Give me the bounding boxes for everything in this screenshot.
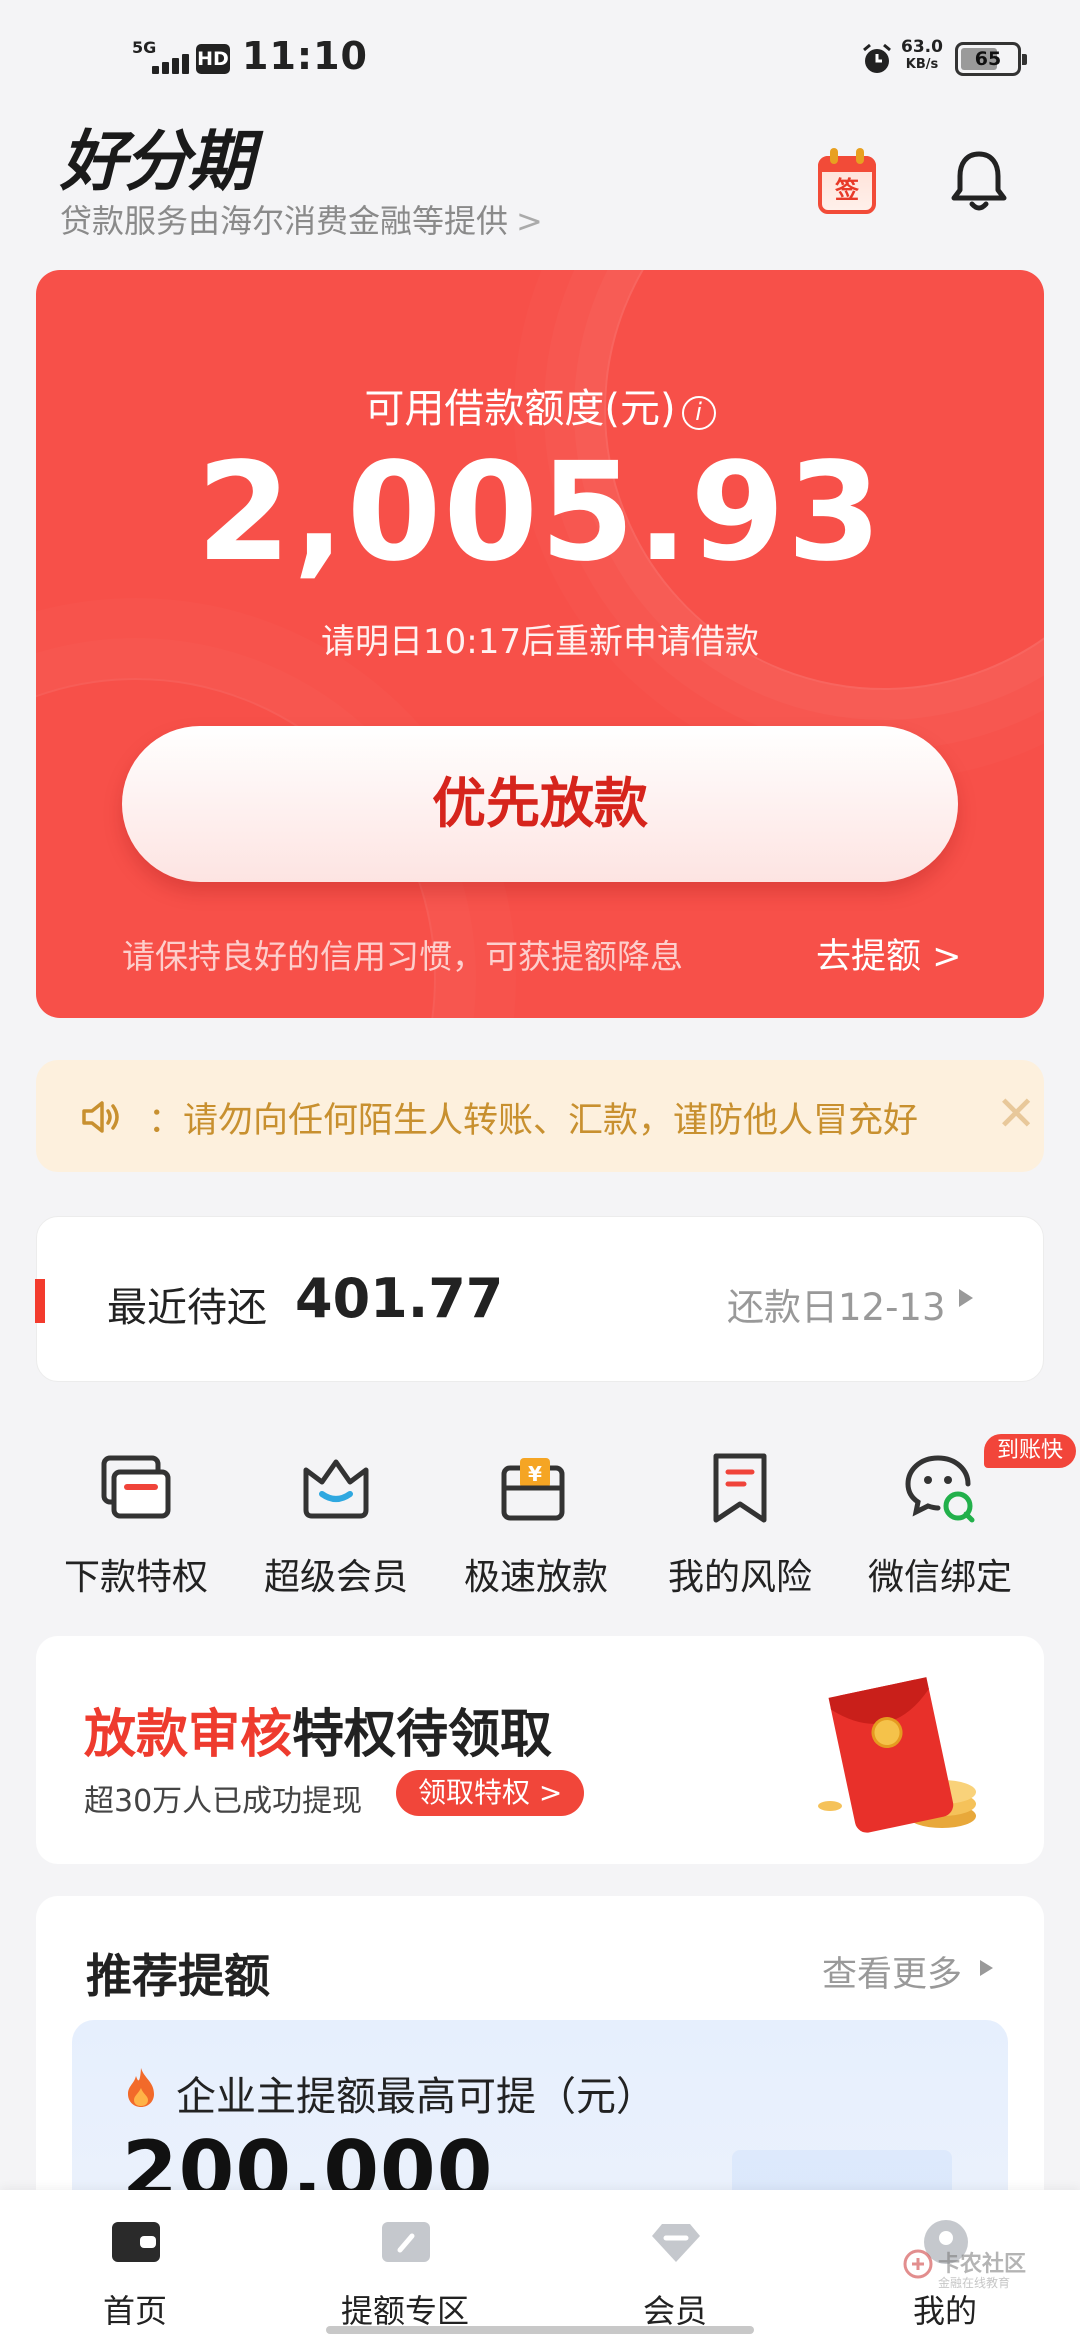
red-envelope-icon <box>818 1677 976 1833</box>
signal-icon: 5G <box>132 38 190 78</box>
promo-subtitle: 超30万人已成功提现 <box>84 1784 363 1819</box>
quick-label: 下款特权 <box>63 1557 208 1598</box>
nav-label: 首页 <box>102 2292 167 2330</box>
notice-text: ：请勿向任何陌生人转账、汇款，谨防他人冒充好 <box>148 1101 919 1141</box>
fire-icon <box>128 2068 154 2107</box>
arrow-right-icon <box>980 1960 993 1976</box>
battery-level: 65 <box>974 48 1002 70</box>
claim-privilege-button[interactable]: 领取特权 > <box>396 1770 585 1816</box>
bookmark-icon <box>713 1453 767 1523</box>
svg-text:¥: ¥ <box>528 1462 542 1486</box>
card-stack-icon <box>101 1455 171 1519</box>
watermark-logo-icon <box>903 2249 933 2279</box>
quick-label: 我的风险 <box>667 1557 812 1598</box>
provider-text: 贷款服务由海尔消费金融等提供 <box>60 202 509 240</box>
wechat-icon <box>905 1455 975 1523</box>
clock-time: 11:10 <box>242 34 368 78</box>
app-logo: 好分期 <box>60 122 254 200</box>
network-type: 5G <box>132 38 157 57</box>
battery-icon: 65 <box>955 42 1027 76</box>
status-bar: 5G HD 11:10 63.0 KB/s 65 <box>0 0 1080 110</box>
provider-link[interactable]: 贷款服务由海尔消费金融等提供 > <box>60 196 543 242</box>
watermark: 卡农社区 金融在线教育 <box>902 2244 1032 2304</box>
reapply-note: 请明日10:17后重新申请借款 <box>321 622 759 662</box>
info-icon[interactable]: i <box>681 396 716 430</box>
quick-my-risk[interactable]: 我的风险 <box>640 1420 840 1610</box>
upcoming-repayment[interactable]: 最近待还 401.77 还款日12-13 <box>35 1216 1044 1382</box>
promo-title: 放款审核特权待领取 <box>84 1692 552 1767</box>
credit-amount: 2,005.93 <box>196 434 884 592</box>
credit-tip: 请保持良好的信用习惯，可获提额降息 <box>122 937 683 976</box>
quick-label: 超级会员 <box>263 1557 408 1598</box>
repay-date: 还款日12-13 <box>727 1286 946 1329</box>
promo-title-highlight: 放款审核 <box>84 1705 293 1765</box>
speed-unit: KB/s <box>905 57 939 72</box>
quick-super-member[interactable]: 超级会员 <box>236 1420 436 1610</box>
watermark-sub: 金融在线教育 <box>938 2276 1011 2290</box>
bell-icon[interactable] <box>948 148 1010 214</box>
wallet-icon <box>112 2222 160 2262</box>
hd-icon: HD <box>196 44 230 74</box>
quick-fast-loan[interactable]: ¥ 到账快 极速放款 <box>436 1420 1076 1610</box>
chevron-right-icon: > <box>516 202 543 240</box>
sign-label: 签 <box>835 176 859 204</box>
view-more-link[interactable]: 查看更多 <box>822 1946 962 1997</box>
crown-icon <box>303 1459 369 1519</box>
quick-label: 极速放款 <box>463 1557 608 1598</box>
promo-banner[interactable]: 放款审核特权待领取 超30万人已成功提现 领取特权 > <box>36 1636 1044 1864</box>
home-indicator[interactable] <box>326 2326 754 2334</box>
nav-member[interactable]: 会员 <box>540 2190 810 2340</box>
enterprise-text: 企业主提额最高可提（元） <box>176 2074 656 2120</box>
repay-amount: 401.77 <box>295 1267 504 1330</box>
notice-banner: ：请勿向任何陌生人转账、汇款，谨防他人冒充好 ✕ <box>36 1060 1044 1172</box>
network-speed: 63.0 KB/s <box>900 38 944 74</box>
quick-label: 微信绑定 <box>867 1557 1012 1598</box>
arrow-right-icon <box>959 1289 973 1307</box>
card-icon <box>382 2222 430 2262</box>
diamond-icon <box>652 2224 700 2262</box>
quick-loan-privilege[interactable]: 下款特权 <box>36 1420 236 1610</box>
nav-raise-zone[interactable]: 提额专区 <box>270 2190 540 2340</box>
nav-home[interactable]: 首页 <box>0 2190 270 2340</box>
alarm-icon <box>863 43 891 73</box>
raise-limit-link[interactable]: 去提额 > <box>816 928 961 979</box>
quick-wechat-bind[interactable]: 微信绑定 <box>840 1420 1040 1610</box>
yuan-wallet-icon: ¥ <box>501 1458 565 1521</box>
speed-value: 63.0 <box>901 37 943 57</box>
speaker-icon <box>82 1101 119 1133</box>
close-icon[interactable]: ✕ <box>996 1088 1036 1140</box>
recommend-title: 推荐提额 <box>86 1949 270 2003</box>
repay-label: 最近待还 <box>107 1285 267 1331</box>
credit-limit-card: 可用借款额度(元) i 2,005.93 请明日10:17后重新申请借款 优先放款… <box>36 270 1044 1018</box>
priority-loan-button[interactable]: 优先放款 <box>122 726 958 882</box>
quick-actions: 下款特权 超级会员 ¥ 到账快 极速放款 我的风险 微信绑定 <box>0 1420 1080 1610</box>
sign-in-button[interactable]: 签 <box>818 148 876 214</box>
credit-label-text: 可用借款额度(元) <box>364 386 676 432</box>
credit-label: 可用借款额度(元) i <box>36 376 1044 434</box>
promo-title-rest: 特权待领取 <box>292 1705 553 1765</box>
